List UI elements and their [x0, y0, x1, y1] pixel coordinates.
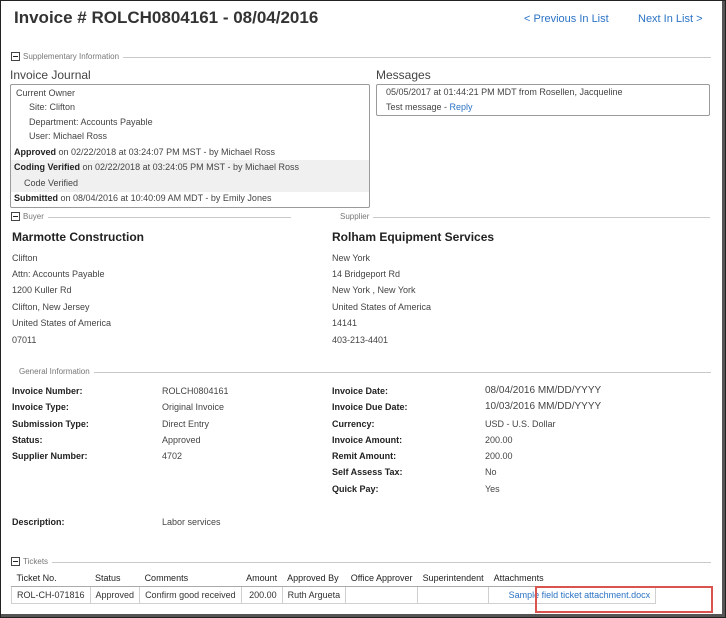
message-meta: 05/05/2017 at 01:44:21 PM MDT from Rosel…: [386, 87, 623, 97]
ticket-number-link[interactable]: ROL-CH-071816: [11, 586, 91, 604]
buyer-divider: [11, 217, 291, 218]
buyer-legend: Buyer: [11, 212, 48, 222]
general-legend: General Information: [11, 367, 94, 376]
owner-department: Department: Accounts Payable: [29, 117, 153, 127]
invoice-due-date-label: Invoice Due Date:: [332, 402, 408, 412]
supplier-line: United States of America: [332, 302, 432, 312]
description-value: Labor services: [162, 517, 221, 527]
supplier-line: 14 Bridgeport Rd: [332, 269, 401, 279]
invoice-amount-value: 200.00: [485, 435, 513, 445]
collapse-toggle-icon[interactable]: [11, 557, 20, 567]
tickets-legend: Tickets: [11, 557, 53, 567]
buyer-line: Clifton, New Jersey: [12, 302, 90, 312]
supplier-legend: Supplier: [332, 212, 374, 221]
invoice-type-value: Original Invoice: [162, 402, 225, 412]
supplier-line: New York: [332, 253, 371, 263]
current-owner-label: Current Owner: [16, 88, 76, 98]
page-title: Invoice # ROLCH0804161 - 08/04/2016: [14, 8, 319, 27]
supplier-number-label: Supplier Number:: [12, 451, 88, 461]
supplier-line: New York , New York: [332, 285, 416, 295]
self-assess-tax-label: Self Assess Tax:: [332, 467, 403, 477]
description-label: Description:: [12, 517, 65, 527]
buyer-name: Marmotte Construction: [12, 230, 144, 244]
approved-entry: Approved on 02/22/2018 at 03:24:07 PM MS…: [14, 147, 275, 157]
messages-box: 05/05/2017 at 01:44:21 PM MDT from Rosel…: [376, 84, 710, 116]
ticket-superintendent: [417, 586, 490, 604]
status-value: Approved: [162, 435, 201, 445]
invoice-number-value: ROLCH0804161: [162, 386, 229, 396]
column-header: Office Approver: [345, 571, 418, 587]
buyer-line: United States of America: [12, 318, 112, 328]
submission-type-label: Submission Type:: [12, 419, 89, 429]
column-header: Ticket No.: [11, 571, 91, 587]
buyer-line: Clifton: [12, 253, 38, 263]
reply-link[interactable]: Reply: [450, 102, 473, 112]
ticket-amount: 200.00: [240, 586, 283, 604]
invoice-date-label: Invoice Date:: [332, 386, 389, 396]
ticket-office-approver: [345, 586, 419, 604]
next-in-list-link[interactable]: Next In List >: [638, 13, 703, 25]
previous-in-list-link[interactable]: < Previous In List: [524, 13, 609, 25]
invoice-date-value: 08/04/2016 MM/DD/YYYY: [485, 385, 602, 396]
invoice-amount-label: Invoice Amount:: [332, 435, 403, 445]
attachment-highlight: [535, 586, 713, 613]
column-header: Attachments: [488, 571, 656, 587]
owner-site: Site: Clifton: [29, 102, 76, 112]
column-header: Approved By: [282, 571, 346, 587]
currency-label: Currency:: [332, 419, 375, 429]
supplier-number-value: 4702: [162, 451, 183, 461]
remit-amount-label: Remit Amount:: [332, 451, 397, 461]
ticket-comments: Confirm good received: [139, 586, 242, 604]
invoice-journal-box: Current Owner Site: Clifton Department: …: [10, 84, 370, 208]
supplier-name: Rolham Equipment Services: [332, 230, 495, 244]
column-header: Amount: [241, 571, 283, 587]
invoice-number-label: Invoice Number:: [12, 386, 83, 396]
column-header: Status: [90, 571, 140, 587]
supplier-line: 14141: [332, 318, 358, 328]
submission-type-value: Direct Entry: [162, 419, 210, 429]
ticket-status: Approved: [89, 586, 141, 604]
column-header: Comments: [139, 571, 242, 587]
message-body: Test message - Reply: [386, 102, 473, 112]
collapse-toggle-icon[interactable]: [11, 212, 20, 222]
quick-pay-label: Quick Pay:: [332, 484, 379, 494]
invoice-page: Invoice # ROLCH0804161 - 08/04/2016 < Pr…: [0, 0, 726, 618]
messages-title: Messages: [376, 68, 431, 82]
tickets-header-row: Ticket No. Status Comments Amount Approv…: [11, 571, 656, 587]
buyer-line: 1200 Kuller Rd: [12, 285, 72, 295]
quick-pay-value: Yes: [485, 484, 500, 494]
supplier-line: 403-213-4401: [332, 335, 389, 345]
owner-user: User: Michael Ross: [29, 131, 108, 141]
column-header: Superintendent: [417, 571, 489, 587]
invoice-due-date-value: 10/03/2016 MM/DD/YYYY: [485, 401, 602, 412]
status-label: Status:: [12, 435, 43, 445]
code-verified-text: Code Verified: [24, 178, 79, 188]
buyer-line: 07011: [12, 335, 37, 345]
invoice-type-label: Invoice Type:: [12, 402, 69, 412]
supplementary-legend: Supplementary Information: [11, 52, 124, 62]
collapse-toggle-icon[interactable]: [11, 52, 20, 62]
submitted-entry: Submitted on 08/04/2016 at 10:40:09 AM M…: [14, 193, 272, 203]
invoice-journal-title: Invoice Journal: [10, 68, 91, 82]
remit-amount-value: 200.00: [485, 451, 513, 461]
buyer-line: Attn: Accounts Payable: [12, 269, 105, 279]
currency-value: USD - U.S. Dollar: [485, 419, 556, 429]
ticket-approved-by: Ruth Argueta: [281, 586, 347, 604]
supplier-divider: [332, 217, 710, 218]
self-assess-tax-value: No: [485, 467, 497, 477]
general-divider: [11, 372, 711, 373]
tickets-divider: [11, 562, 711, 563]
